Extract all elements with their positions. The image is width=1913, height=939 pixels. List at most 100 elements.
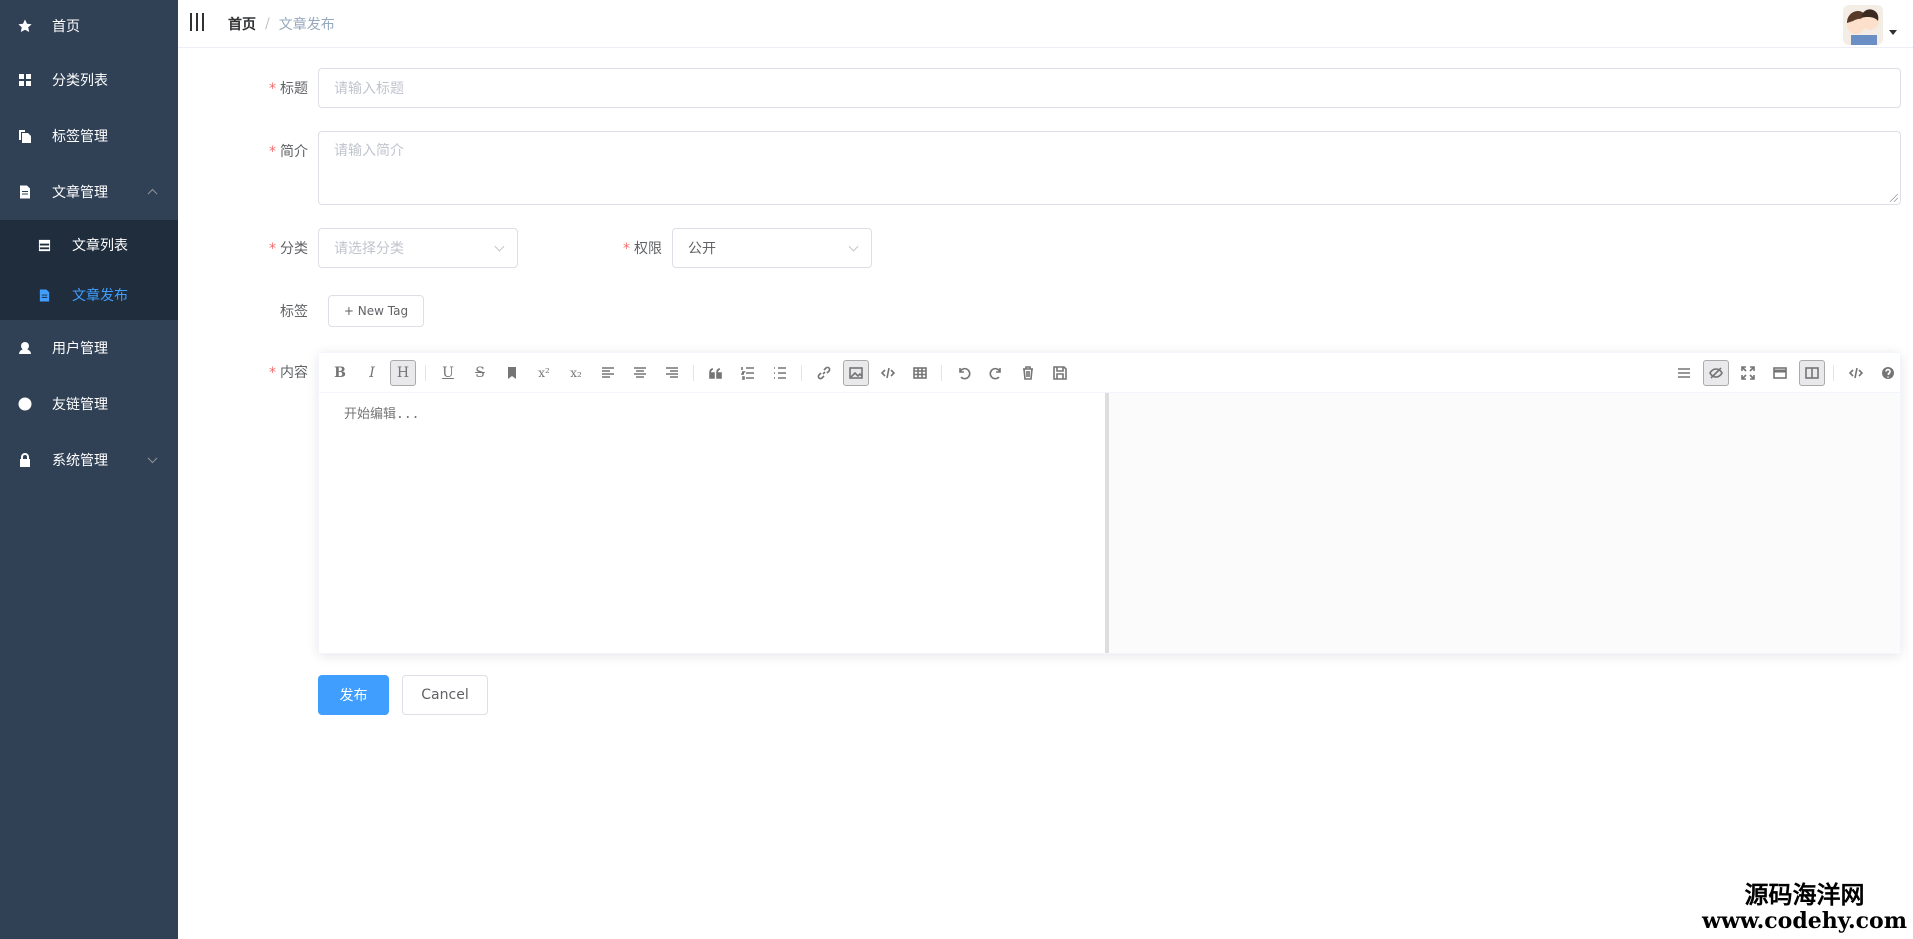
- sidebar-item-article-publish[interactable]: 文章发布: [0, 270, 178, 320]
- editor-textarea[interactable]: 开始编辑...: [319, 393, 1105, 653]
- italic-button[interactable]: I: [359, 360, 385, 386]
- chevron-down-icon: [147, 453, 158, 464]
- header-button[interactable]: H: [390, 360, 416, 386]
- permission-select[interactable]: 公开: [672, 228, 872, 268]
- sidebar-item-system-management[interactable]: 系统管理: [0, 432, 178, 488]
- table-icon[interactable]: [907, 360, 933, 386]
- sidebar-item-label: 分类列表: [52, 73, 108, 89]
- breadcrumb-separator: /: [265, 16, 270, 32]
- breadcrumb-home[interactable]: 首页: [228, 14, 256, 34]
- code-icon[interactable]: [875, 360, 901, 386]
- sidebar-item-label: 文章管理: [52, 185, 108, 201]
- quote-icon[interactable]: [703, 360, 729, 386]
- watermark: 源码海洋网 www.codehy.com: [1702, 880, 1907, 934]
- hamburger-icon[interactable]: [190, 13, 208, 33]
- html-code-icon[interactable]: [1843, 360, 1869, 386]
- align-center-icon[interactable]: [627, 360, 653, 386]
- toolbar-separator: [1833, 365, 1834, 381]
- navbar: 首页 / 文章发布: [178, 0, 1913, 48]
- globe-icon: [18, 397, 32, 411]
- user-icon: [18, 341, 32, 355]
- align-left-icon[interactable]: [595, 360, 621, 386]
- sidebar-item-home[interactable]: 首页: [0, 0, 178, 52]
- link-icon[interactable]: [811, 360, 837, 386]
- save-icon[interactable]: [1047, 360, 1073, 386]
- watermark-line2: www.codehy.com: [1702, 908, 1907, 934]
- chevron-down-icon: [848, 241, 859, 252]
- redo-icon[interactable]: [983, 360, 1009, 386]
- sidebar-item-article-management[interactable]: 文章管理: [0, 164, 178, 220]
- tags-label: 标签: [280, 304, 308, 320]
- sidebar-item-label: 友链管理: [52, 397, 108, 413]
- permission-label: * 权限: [623, 241, 662, 257]
- editor-preview: [1109, 393, 1900, 653]
- subfield-icon[interactable]: [1799, 360, 1825, 386]
- ordered-list-icon[interactable]: [735, 360, 761, 386]
- underline-button[interactable]: U: [435, 360, 461, 386]
- image-icon[interactable]: [843, 360, 869, 386]
- publish-button[interactable]: 发布: [318, 675, 389, 715]
- lock-icon: [18, 453, 32, 467]
- preview-toggle-icon[interactable]: [1703, 360, 1729, 386]
- document-icon: [38, 288, 52, 302]
- summary-label: * 简介: [269, 144, 308, 160]
- chevron-down-icon: [494, 241, 505, 252]
- resize-handle[interactable]: [1890, 194, 1898, 202]
- star-icon: [18, 19, 32, 33]
- trash-icon[interactable]: [1015, 360, 1041, 386]
- strikethrough-button[interactable]: S: [467, 360, 493, 386]
- breadcrumb-current: 文章发布: [278, 17, 335, 33]
- sidebar-item-category-list[interactable]: 分类列表: [0, 52, 178, 108]
- sidebar-item-label: 系统管理: [52, 453, 108, 469]
- table-icon: [38, 238, 52, 252]
- grid-icon: [18, 73, 32, 87]
- sidebar-item-article-list[interactable]: 文章列表: [0, 220, 178, 270]
- subscript-button[interactable]: x₂: [563, 360, 589, 386]
- chevron-up-icon: [147, 188, 158, 199]
- toolbar-separator: [941, 365, 942, 381]
- sidebar-item-label: 用户管理: [52, 341, 108, 357]
- title-input[interactable]: 请输入标题: [318, 68, 1901, 108]
- category-label: * 分类: [269, 241, 308, 257]
- sidebar-item-tag-management[interactable]: 标签管理: [0, 108, 178, 164]
- editor-toolbar: B I H U S x² x₂: [319, 353, 1900, 393]
- bold-button[interactable]: B: [327, 360, 353, 386]
- sidebar-item-link-management[interactable]: 友链管理: [0, 376, 178, 432]
- superscript-button[interactable]: x²: [531, 360, 557, 386]
- title-label: * 标题: [269, 81, 308, 97]
- sidebar-item-user-management[interactable]: 用户管理: [0, 320, 178, 376]
- category-placeholder: 请选择分类: [334, 241, 404, 257]
- category-select[interactable]: 请选择分类: [318, 228, 518, 268]
- copy-icon: [18, 129, 32, 143]
- unordered-list-icon[interactable]: [767, 360, 793, 386]
- markdown-editor: B I H U S x² x₂ 开始编辑...: [318, 352, 1901, 654]
- content-label: * 内容: [269, 365, 308, 381]
- summary-textarea[interactable]: 请输入简介: [318, 131, 1901, 205]
- sidebar-item-label: 首页: [52, 19, 80, 35]
- align-right-icon[interactable]: [659, 360, 685, 386]
- sidebar-item-label: 文章发布: [72, 288, 128, 304]
- caret-down-icon[interactable]: [1889, 30, 1897, 35]
- sidebar: 首页 分类列表 标签管理 文章管理 文章列表 文章发布 用户管理 友链管理 系统…: [0, 0, 178, 939]
- fullscreen-icon[interactable]: [1735, 360, 1761, 386]
- toolbar-separator: [425, 365, 426, 381]
- toolbar-separator: [693, 365, 694, 381]
- cancel-button[interactable]: Cancel: [402, 675, 488, 715]
- submenu-article: 文章列表 文章发布: [0, 220, 178, 320]
- permission-value: 公开: [688, 241, 716, 257]
- watermark-line1: 源码海洋网: [1744, 880, 1865, 909]
- read-mode-icon[interactable]: [1767, 360, 1793, 386]
- toolbar-separator: [801, 365, 802, 381]
- sidebar-item-label: 标签管理: [52, 129, 108, 145]
- avatar[interactable]: [1843, 5, 1883, 45]
- mark-button[interactable]: [499, 360, 525, 386]
- new-tag-button[interactable]: + New Tag: [328, 295, 424, 327]
- help-icon[interactable]: [1875, 360, 1901, 386]
- undo-icon[interactable]: [951, 360, 977, 386]
- editor-placeholder: 开始编辑...: [344, 407, 420, 422]
- sidebar-item-label: 文章列表: [72, 238, 128, 254]
- title-placeholder: 请输入标题: [334, 81, 404, 97]
- breadcrumb: 首页 / 文章发布: [228, 14, 335, 34]
- navigation-icon[interactable]: [1671, 360, 1697, 386]
- summary-placeholder: 请输入简介: [334, 143, 404, 159]
